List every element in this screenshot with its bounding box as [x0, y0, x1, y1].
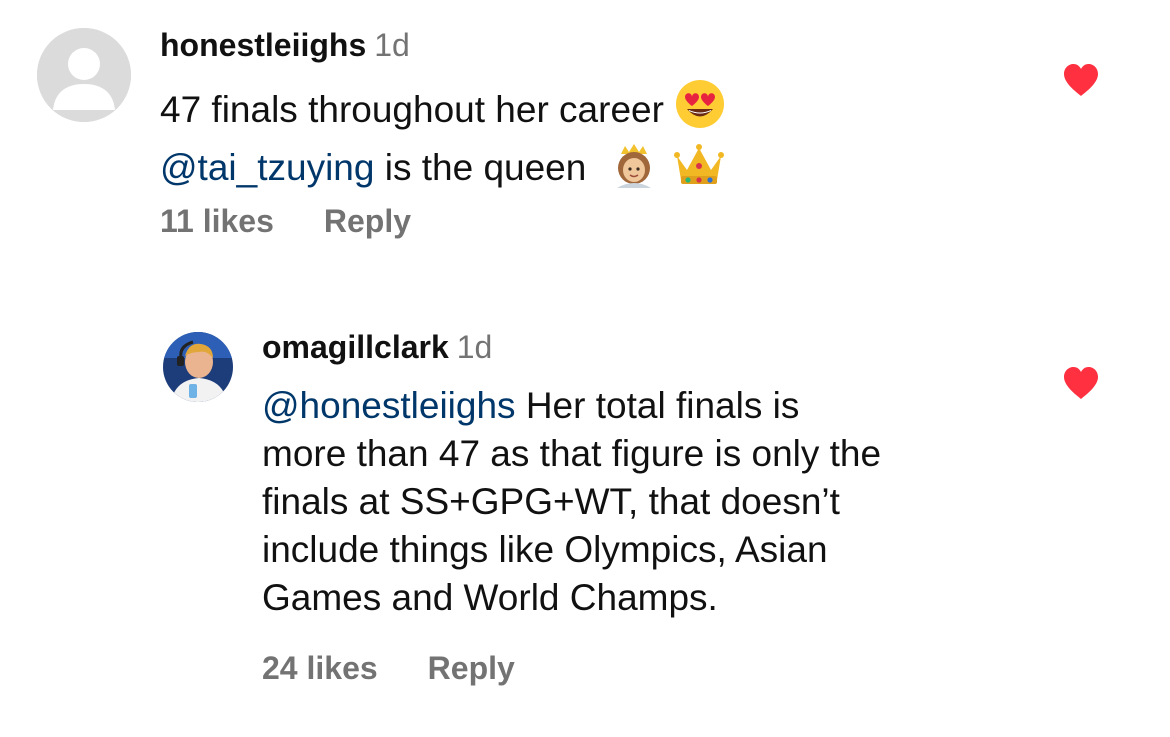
- crown-emoji-icon: [673, 142, 725, 200]
- comment-meta: 24 likes Reply: [262, 652, 515, 684]
- princess-emoji-icon: [611, 142, 657, 200]
- comment-meta: 11 likes Reply: [160, 205, 411, 237]
- comment-text-line: more than 47 as that figure is only the: [262, 433, 882, 474]
- avatar[interactable]: [163, 332, 233, 402]
- timestamp: 1d: [456, 329, 493, 365]
- like-heart-icon[interactable]: [1062, 63, 1100, 97]
- comment-text-line: Games and World Champs.: [262, 577, 718, 618]
- avatar[interactable]: [37, 28, 131, 122]
- likes-count[interactable]: 24 likes: [262, 650, 378, 686]
- username[interactable]: omagillclark: [262, 329, 449, 365]
- comment-text: @honestleiighs Her total finals is more …: [262, 382, 881, 622]
- timestamp: 1d: [374, 27, 410, 63]
- comment-header: omagillclark 1d: [262, 331, 492, 363]
- mention-link[interactable]: @honestleiighs: [262, 385, 516, 426]
- comment-text-line: 47 finals throughout her career: [160, 89, 664, 130]
- comment-text-line: is the queen: [374, 147, 587, 188]
- comment-text-line: Her total finals is: [515, 385, 800, 426]
- reply-button[interactable]: Reply: [428, 650, 515, 686]
- default-user-icon: [37, 28, 131, 122]
- mention-link[interactable]: @tai_tzuying: [160, 147, 374, 188]
- comment-header: honestleiighs 1d: [160, 29, 410, 61]
- comment-text-line: finals at SS+GPG+WT, that doesn’t: [262, 481, 840, 522]
- like-heart-icon[interactable]: [1062, 366, 1100, 400]
- comment-text: 47 finals throughout her career @tai_tzu…: [160, 78, 726, 200]
- reply-button[interactable]: Reply: [324, 203, 411, 239]
- likes-count[interactable]: 11 likes: [160, 203, 274, 239]
- comment-text-line: include things like Olympics, Asian: [262, 529, 828, 570]
- user-photo-icon: [163, 332, 233, 402]
- username[interactable]: honestleiighs: [160, 27, 366, 63]
- heart-eyes-emoji-icon: [674, 78, 726, 142]
